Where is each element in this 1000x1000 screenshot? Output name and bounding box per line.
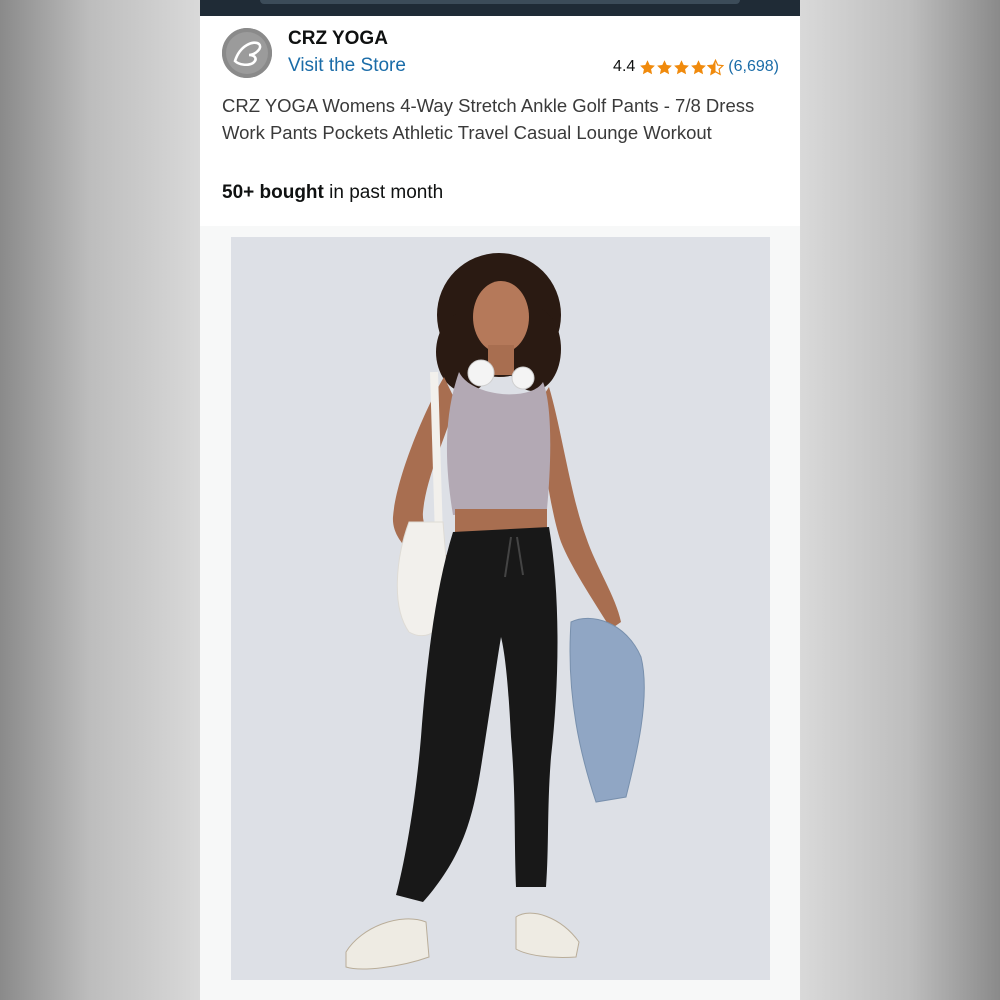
half-star-icon	[707, 58, 725, 75]
star-rating	[639, 58, 725, 76]
search-bar-edge[interactable]	[260, 0, 740, 4]
backdrop-right	[800, 0, 1000, 1000]
visit-store-link[interactable]: Visit the Store	[288, 55, 406, 77]
bought-suffix: in past month	[323, 182, 444, 203]
bought-past-month: 50+ bought in past month	[222, 182, 443, 204]
rating-value: 4.4	[613, 58, 636, 75]
crz-yoga-logo-icon[interactable]	[222, 28, 272, 78]
model-illustration	[345, 253, 645, 970]
star-icon	[640, 59, 656, 74]
product-header: CRZ YOGA Visit the Store 4.4 (6,698) CRZ…	[200, 16, 800, 226]
rating[interactable]: 4.4 (6,698)	[613, 58, 779, 76]
star-icon	[657, 59, 673, 74]
bought-count: 50+ bought	[222, 182, 324, 203]
product-image-area	[200, 226, 800, 1000]
star-icon	[674, 59, 690, 74]
phone-screen: CRZ YOGA Visit the Store 4.4 (6,698) CRZ…	[200, 0, 800, 1000]
product-image[interactable]	[231, 237, 770, 980]
review-count-link[interactable]: (6,698)	[728, 58, 779, 76]
backdrop-left	[0, 0, 200, 1000]
brand-name: CRZ YOGA	[288, 28, 388, 49]
top-bar	[200, 0, 800, 16]
product-title: CRZ YOGA Womens 4-Way Stretch Ankle Golf…	[222, 95, 755, 143]
star-icon	[691, 59, 707, 74]
